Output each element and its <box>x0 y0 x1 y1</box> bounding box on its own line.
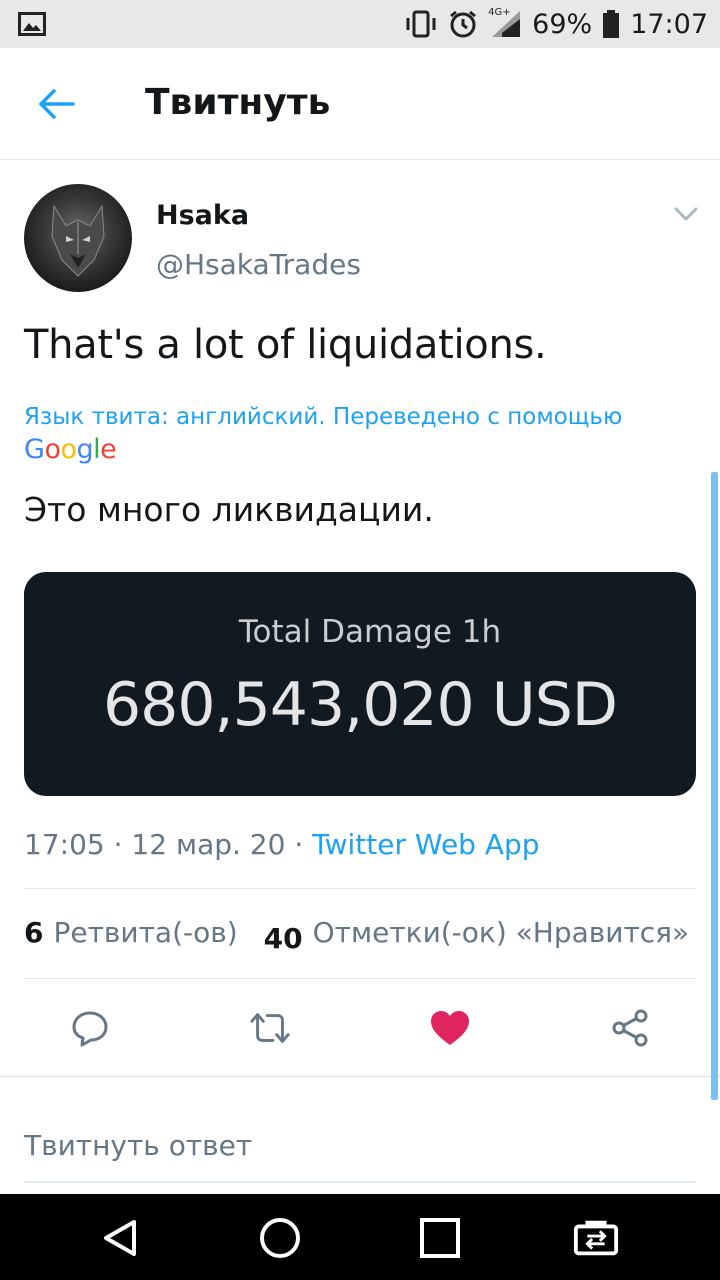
media-label: Total Damage 1h <box>238 614 502 650</box>
media-image[interactable]: Total Damage 1h 680,543,020 USD <box>24 572 696 796</box>
engagement-stats: 6 Ретвита(-ов) 40 Отметки(-ок) «Нравится» <box>24 916 690 955</box>
tweet-text: That's a lot of liquidations. <box>24 322 547 368</box>
battery-percent: 69% <box>532 8 593 40</box>
triangle-back-icon <box>104 1220 136 1256</box>
google-logo: Google <box>24 434 117 465</box>
retweet-icon <box>250 1013 290 1043</box>
heart-icon <box>431 1011 469 1045</box>
share-button[interactable] <box>608 1006 652 1050</box>
tweet-date: 12 мар. 20 <box>131 828 286 861</box>
alarm-icon <box>450 10 477 38</box>
circle-home-icon <box>260 1218 300 1258</box>
back-button[interactable] <box>30 78 82 130</box>
likes-count: 40 <box>263 922 303 955</box>
translation-note[interactable]: Язык твита: английский. Переведено с пом… <box>24 404 622 430</box>
reply-input[interactable]: Твитнуть ответ <box>24 1101 696 1183</box>
tweet-source-link[interactable]: Twitter Web App <box>312 828 539 861</box>
page-title: Твитнуть <box>145 82 331 123</box>
nav-back-button[interactable] <box>96 1214 144 1262</box>
media-value: 680,543,020 USD <box>103 670 618 740</box>
chevron-down-icon[interactable] <box>670 200 702 228</box>
reply-button[interactable] <box>68 1006 112 1050</box>
likes-stat[interactable]: 40 Отметки(-ок) «Нравится» <box>264 916 690 955</box>
square-recents-icon <box>420 1218 460 1258</box>
reply-composer: Твитнуть ответ <box>0 1076 720 1194</box>
battery-icon <box>603 10 620 38</box>
system-nav-bar <box>0 1194 720 1280</box>
gallery-icon <box>18 12 46 36</box>
app-switch-icon <box>573 1220 619 1256</box>
tweet-time: 17:05 <box>24 828 105 861</box>
author-name[interactable]: Hsaka <box>156 200 249 231</box>
avatar[interactable] <box>24 184 132 292</box>
divider <box>24 978 696 979</box>
nav-switch-app-button[interactable] <box>572 1214 620 1262</box>
wolf-avatar-image <box>51 204 105 277</box>
status-bar: 4G+ 69% 17:07 <box>0 0 720 48</box>
nav-home-button[interactable] <box>256 1214 304 1262</box>
retweet-button[interactable] <box>248 1006 292 1050</box>
arrow-left-icon <box>39 89 75 119</box>
retweets-count: 6 <box>24 916 44 949</box>
likes-label: Отметки(-ок) «Нравится» <box>312 916 690 949</box>
clock: 17:07 <box>630 8 708 40</box>
scrollbar[interactable] <box>711 472 718 1100</box>
retweets-stat[interactable]: 6 Ретвита(-ов) <box>24 916 238 949</box>
divider <box>24 888 696 889</box>
reply-icon <box>72 1011 108 1047</box>
author-handle[interactable]: @HsakaTrades <box>156 248 361 281</box>
translated-text: Это много ликвидации. <box>24 490 434 529</box>
tweet-actions <box>0 1000 720 1056</box>
signal-icon: 4G+ <box>488 7 522 39</box>
retweets-label: Ретвита(-ов) <box>53 916 238 949</box>
tweet-timestamp: 17:05 · 12 мар. 20 · Twitter Web App <box>24 828 540 861</box>
app-header: Твитнуть <box>0 48 720 160</box>
nav-recents-button[interactable] <box>416 1214 464 1262</box>
vibrate-icon <box>406 10 436 38</box>
share-icon <box>612 1009 648 1047</box>
like-button[interactable] <box>428 1006 472 1050</box>
